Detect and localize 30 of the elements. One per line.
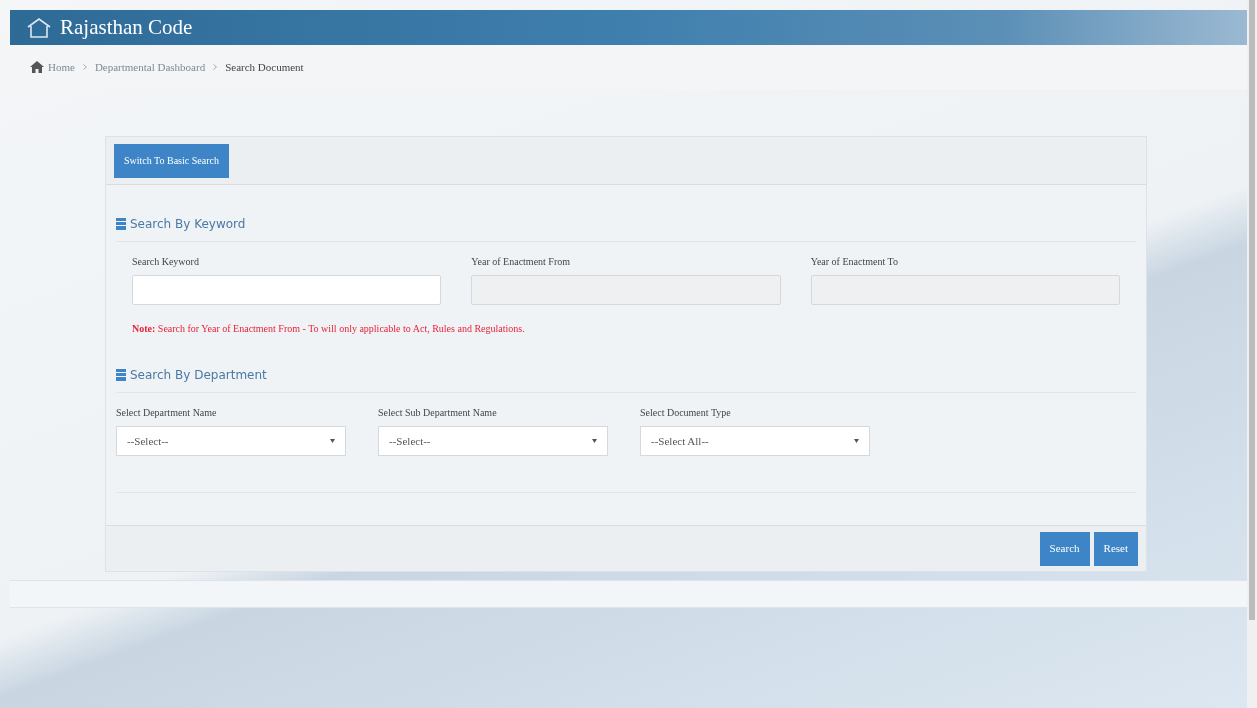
section-heading: Search By Department xyxy=(130,367,267,384)
home-icon xyxy=(30,61,44,73)
caret-icon xyxy=(592,439,597,443)
house-logo-icon xyxy=(26,16,52,39)
field-label: Year of Enactment From xyxy=(471,255,571,269)
field-label: Search Keyword xyxy=(132,255,200,269)
caret-icon xyxy=(330,439,335,443)
chevron-icon xyxy=(213,64,218,70)
section-heading: Search By Keyword xyxy=(130,216,246,233)
search-button[interactable]: Search xyxy=(1039,531,1090,566)
chevron-icon xyxy=(82,64,87,70)
site-title: Rajasthan Code xyxy=(60,13,193,41)
dropdown[interactable]: --Select-- xyxy=(116,426,346,456)
database-icon xyxy=(116,218,126,230)
breadcrumb-link[interactable]: Home xyxy=(48,58,75,76)
switch-search-button[interactable]: Switch To Basic Search xyxy=(114,143,229,178)
scrollbar[interactable] xyxy=(1247,0,1257,708)
text-input[interactable] xyxy=(132,275,442,305)
dropdown[interactable]: --Select-- xyxy=(378,426,608,456)
breadcrumb-current: Search Document xyxy=(225,59,304,75)
caret-icon xyxy=(854,439,859,443)
database-icon xyxy=(116,369,126,381)
field-label: Year of Enactment To xyxy=(810,255,899,269)
note-text: Note: Search for Year of Enactment From - To will only applicable to Act, Rules and Regulations. xyxy=(131,322,526,336)
dropdown[interactable]: --Select All-- xyxy=(640,426,870,456)
field-label: Select Department Name xyxy=(116,406,218,420)
reset-button[interactable]: Reset xyxy=(1093,531,1138,566)
breadcrumb-link[interactable]: Departmental Dashboard xyxy=(94,58,206,76)
field-label: Select Sub Department Name xyxy=(378,406,498,420)
field-label: Select Document Type xyxy=(640,406,732,420)
